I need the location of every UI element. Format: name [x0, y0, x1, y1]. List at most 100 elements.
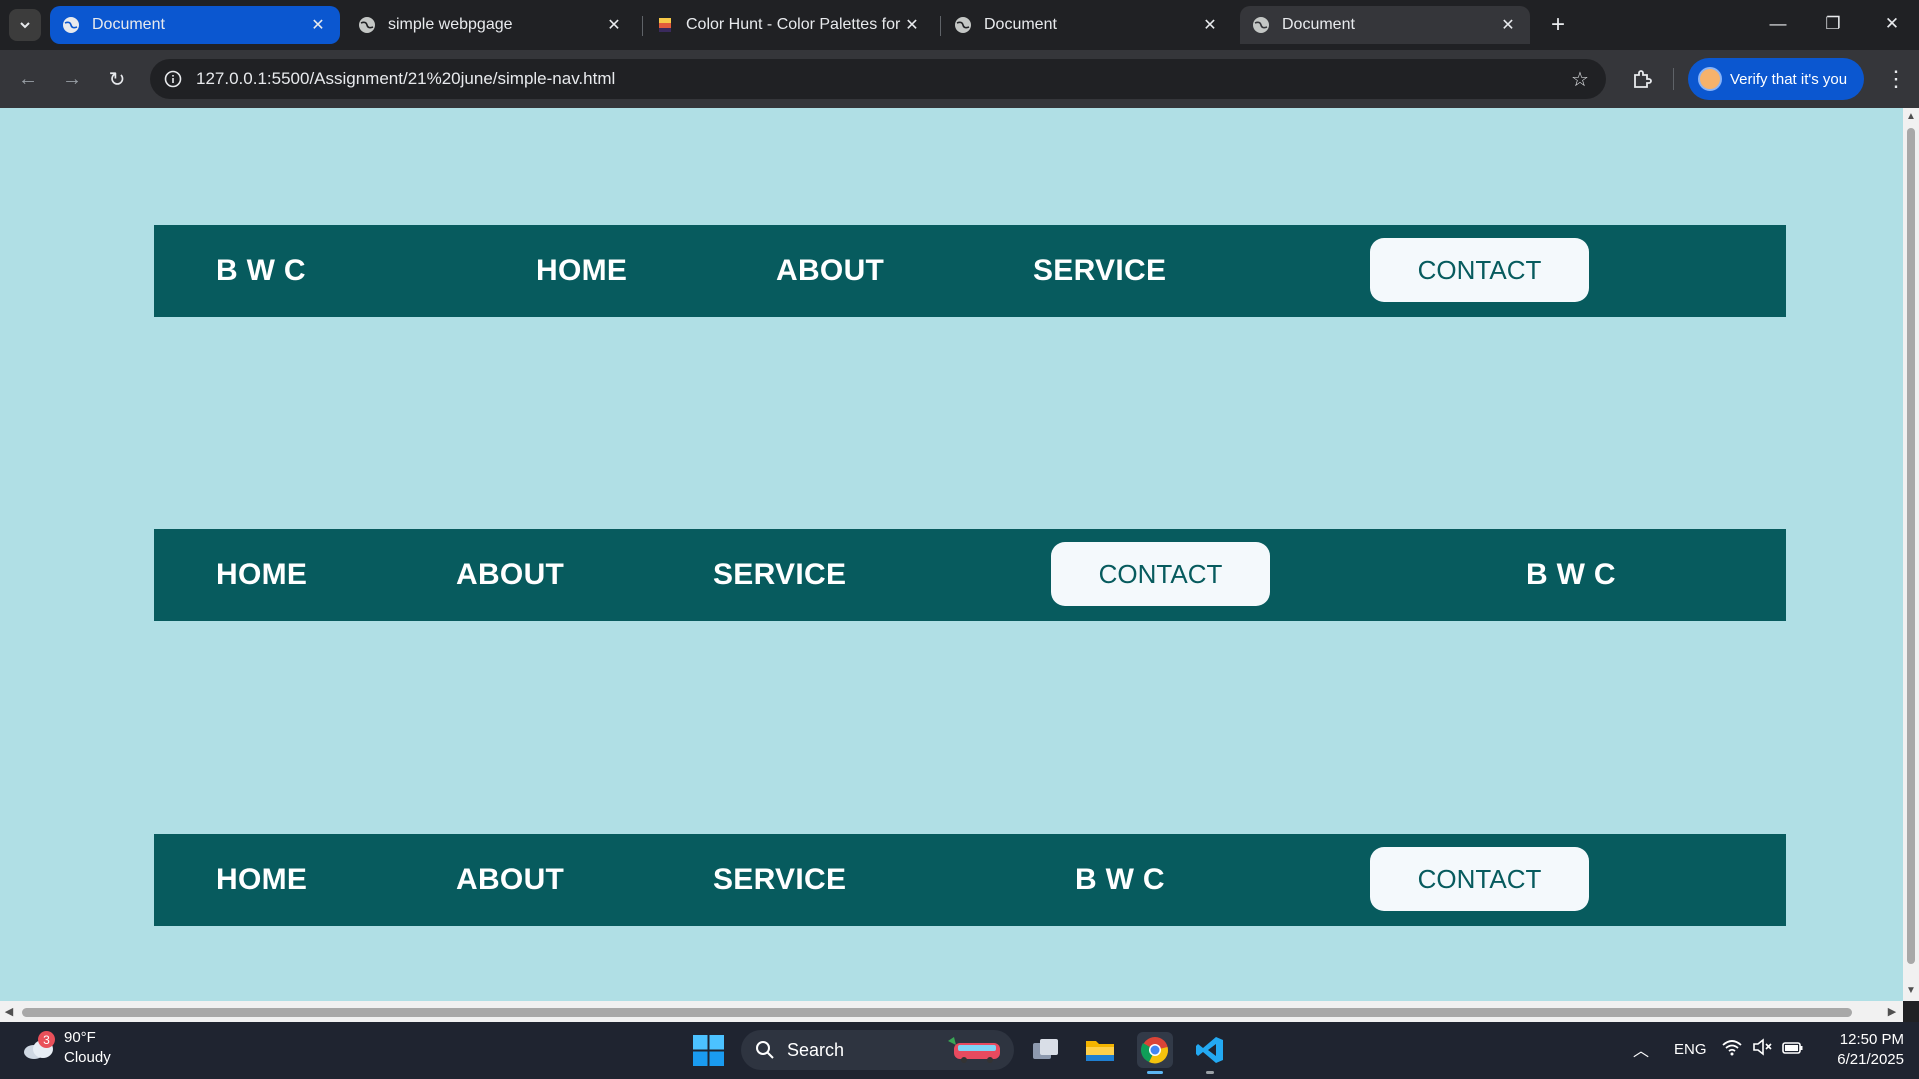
speaker-muted-icon: [1753, 1038, 1772, 1056]
horizontal-scrollbar[interactable]: ◀ ▶: [0, 1001, 1903, 1022]
tab-title: Document: [92, 16, 165, 33]
file-explorer-button[interactable]: [1082, 1032, 1118, 1068]
scrollbar-thumb[interactable]: [1907, 128, 1915, 964]
nav-link-service[interactable]: SERVICE: [1033, 225, 1166, 317]
bookmark-star-icon[interactable]: ☆: [1568, 67, 1592, 91]
tab-title: Document: [984, 16, 1057, 33]
tab-document-2[interactable]: Document ✕: [942, 6, 1232, 44]
task-view-button[interactable]: [1028, 1032, 1064, 1068]
nav-brand[interactable]: B W C: [1526, 529, 1616, 621]
contact-button[interactable]: CONTACT: [1370, 847, 1589, 911]
browser-tab-strip: Document ✕ simple webpgage ✕ Color Hunt …: [0, 0, 1919, 50]
globe-icon: [358, 16, 376, 34]
tab-title: Color Hunt - Color Palettes for I: [686, 16, 902, 33]
url-text: 127.0.0.1:5500/Assignment/21%20june/simp…: [196, 69, 616, 88]
nav-link-about[interactable]: ABOUT: [456, 529, 564, 621]
clock-date: 6/21/2025: [1837, 1051, 1904, 1068]
nav-brand[interactable]: B W C: [1075, 834, 1165, 926]
tab-document-1[interactable]: Document ✕: [50, 6, 340, 44]
contact-button[interactable]: CONTACT: [1370, 238, 1589, 302]
chevron-down-icon: [20, 22, 30, 29]
minimize-button[interactable]: —: [1758, 8, 1798, 40]
close-icon[interactable]: ✕: [902, 15, 922, 35]
chrome-icon: [1140, 1037, 1168, 1064]
vertical-scrollbar[interactable]: ▲ ▼: [1903, 108, 1919, 1001]
language-indicator[interactable]: ENG: [1674, 1041, 1707, 1058]
page-viewport: B W C HOME ABOUT SERVICE CONTACT HOME AB…: [0, 108, 1903, 1001]
tab-document-current[interactable]: Document ✕: [1240, 6, 1530, 44]
scroll-right-arrow-icon[interactable]: ▶: [1887, 1006, 1897, 1018]
chrome-taskbar-button[interactable]: [1137, 1032, 1173, 1074]
tab-search-button[interactable]: [9, 9, 41, 41]
nav-link-about[interactable]: ABOUT: [456, 834, 564, 926]
tab-separator: [940, 16, 941, 36]
nav-link-service[interactable]: SERVICE: [713, 529, 846, 621]
kebab-menu-icon: ⋮: [1885, 66, 1907, 91]
navbar-2: HOME ABOUT SERVICE CONTACT B W C: [154, 529, 1786, 621]
reload-button[interactable]: ↻: [101, 63, 133, 95]
close-icon[interactable]: ✕: [1498, 15, 1518, 35]
system-clock[interactable]: 12:50 PM 6/21/2025: [1820, 1030, 1904, 1070]
search-highlight-icon: [948, 1037, 1000, 1063]
new-tab-button[interactable]: +: [1543, 10, 1573, 40]
scroll-up-arrow-icon[interactable]: ▲: [1906, 112, 1916, 122]
nav-link-about[interactable]: ABOUT: [776, 225, 884, 317]
tab-simple-webpage[interactable]: simple webpgage ✕: [346, 6, 636, 44]
taskbar-search[interactable]: Search: [741, 1030, 1014, 1070]
chevron-up-icon: ︿: [1632, 1043, 1649, 1060]
nav-link-service[interactable]: SERVICE: [713, 834, 846, 926]
restore-icon: ❐: [1825, 14, 1841, 33]
reload-icon: ↻: [108, 68, 126, 91]
scrollbar-thumb[interactable]: [22, 1008, 1852, 1017]
minimize-icon: —: [1769, 14, 1787, 33]
profile-verify-button[interactable]: Verify that it's you: [1688, 58, 1864, 100]
back-button[interactable]: ←: [12, 63, 44, 95]
tab-title: Document: [1282, 16, 1355, 33]
browser-menu-button[interactable]: ⋮: [1880, 63, 1912, 95]
weather-condition: Cloudy: [64, 1049, 111, 1066]
weather-temp: 90°F: [64, 1029, 96, 1046]
start-button[interactable]: [692, 1034, 725, 1067]
site-info-icon[interactable]: [162, 68, 184, 90]
tab-title: simple webpgage: [388, 16, 513, 33]
extensions-button[interactable]: [1626, 63, 1658, 95]
contact-button[interactable]: CONTACT: [1051, 542, 1270, 606]
weather-badge: 3: [38, 1031, 55, 1048]
running-indicator: [1206, 1071, 1214, 1074]
profile-verify-label: Verify that it's you: [1730, 70, 1848, 88]
vscode-taskbar-button[interactable]: [1192, 1032, 1228, 1074]
close-icon[interactable]: ✕: [604, 15, 624, 35]
avatar: [1698, 67, 1722, 91]
search-label: Search: [787, 1039, 845, 1060]
navbar-1: B W C HOME ABOUT SERVICE CONTACT: [154, 225, 1786, 317]
browser-toolbar: ← → ↻ 127.0.0.1:5500/Assignment/21%20jun…: [0, 50, 1919, 108]
scroll-down-arrow-icon[interactable]: ▼: [1906, 986, 1916, 996]
tab-color-hunt[interactable]: Color Hunt - Color Palettes for I ✕: [644, 6, 934, 44]
vscode-icon: [1196, 1037, 1223, 1063]
folder-icon: [1086, 1041, 1114, 1061]
close-icon[interactable]: ✕: [1200, 15, 1220, 35]
restore-button[interactable]: ❐: [1813, 8, 1853, 40]
search-icon: [756, 1041, 774, 1059]
nav-link-home[interactable]: HOME: [216, 834, 307, 926]
arrow-left-icon: ←: [18, 67, 38, 90]
windows-taskbar: 3 90°F Cloudy Search ︿ ENG 12:50 PM 6/21…: [0, 1022, 1919, 1079]
wifi-icon: [1722, 1040, 1742, 1056]
close-icon[interactable]: ✕: [308, 15, 328, 35]
globe-icon: [62, 16, 80, 34]
nav-brand[interactable]: B W C: [216, 225, 306, 317]
weather-widget[interactable]: 3 90°F Cloudy: [22, 1028, 111, 1068]
colorhunt-icon: [656, 16, 674, 34]
close-icon: ✕: [1884, 14, 1900, 33]
scroll-left-arrow-icon[interactable]: ◀: [4, 1006, 14, 1018]
address-bar[interactable]: 127.0.0.1:5500/Assignment/21%20june/simp…: [150, 59, 1606, 99]
nav-link-home[interactable]: HOME: [536, 225, 627, 317]
system-tray[interactable]: [1722, 1038, 1804, 1056]
globe-icon: [1252, 16, 1270, 34]
forward-button[interactable]: →: [56, 63, 88, 95]
active-indicator: [1147, 1071, 1163, 1074]
globe-icon: [954, 16, 972, 34]
show-hidden-icons-button[interactable]: ︿: [1630, 1038, 1652, 1060]
nav-link-home[interactable]: HOME: [216, 529, 307, 621]
close-window-button[interactable]: ✕: [1872, 8, 1912, 40]
